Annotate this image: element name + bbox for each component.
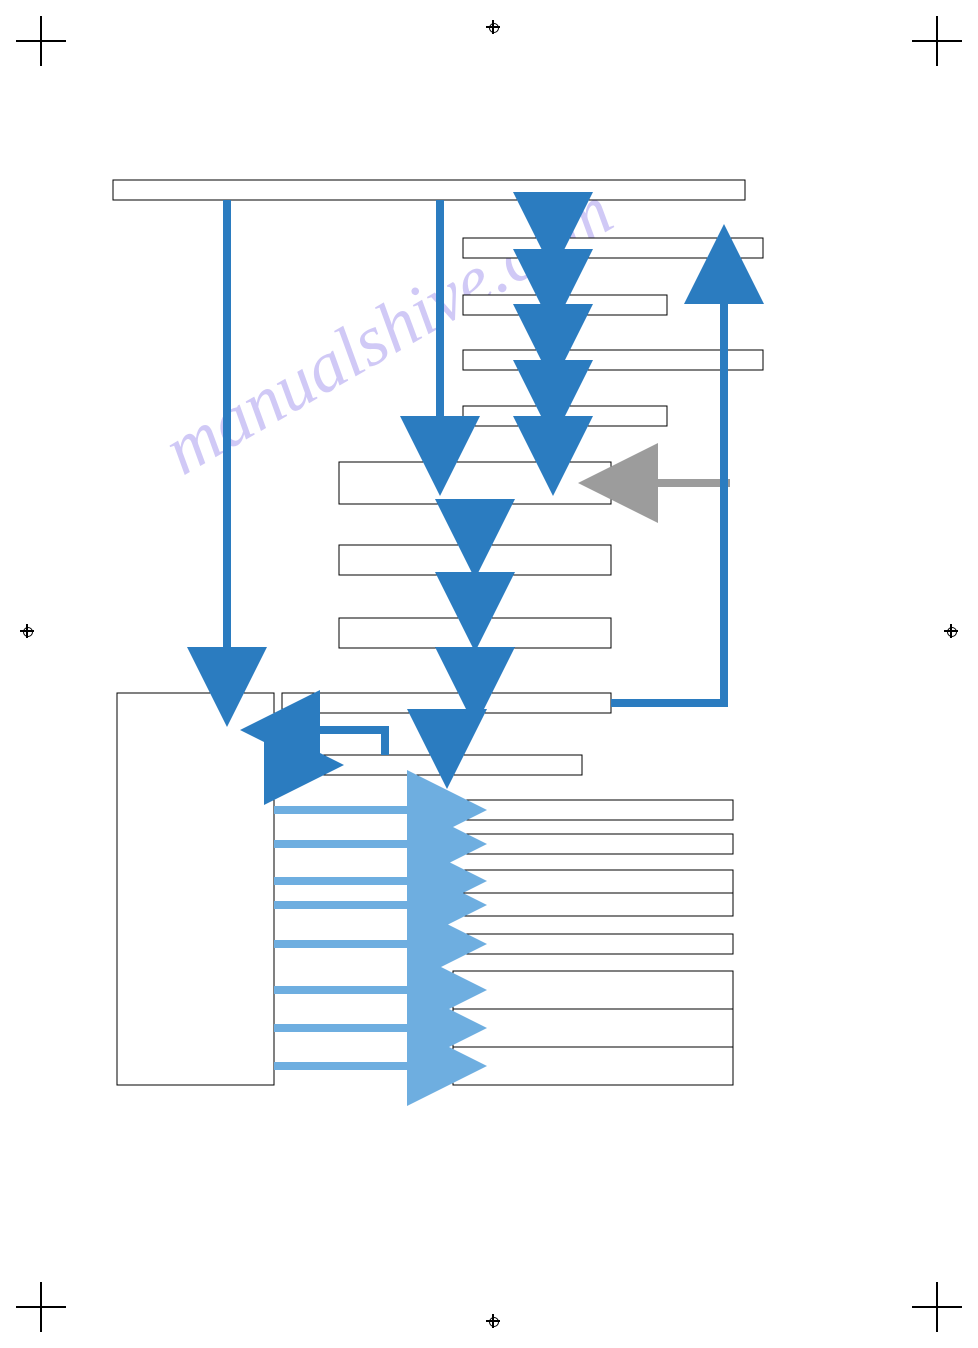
flowchart-node (339, 618, 611, 648)
flowchart-output-node (453, 834, 733, 854)
flowchart-sidebar-node (117, 693, 274, 1085)
flowchart-output-node (453, 800, 733, 820)
document-page: manualshive.com (0, 0, 978, 1348)
flowchart-node (282, 693, 611, 713)
flowchart-output-node (453, 934, 733, 954)
flowchart-node (463, 406, 667, 426)
flowchart-svg (0, 0, 978, 1348)
flowchart-node (339, 545, 611, 575)
flowchart-node (463, 350, 763, 370)
flowchart-arrow (280, 730, 385, 755)
flowchart-node (463, 295, 667, 315)
flowchart-output-node (453, 971, 733, 1085)
flowchart-node (310, 755, 582, 775)
flowchart-node (339, 462, 611, 504)
flowchart-node (113, 180, 745, 200)
flowchart-node (463, 238, 763, 258)
